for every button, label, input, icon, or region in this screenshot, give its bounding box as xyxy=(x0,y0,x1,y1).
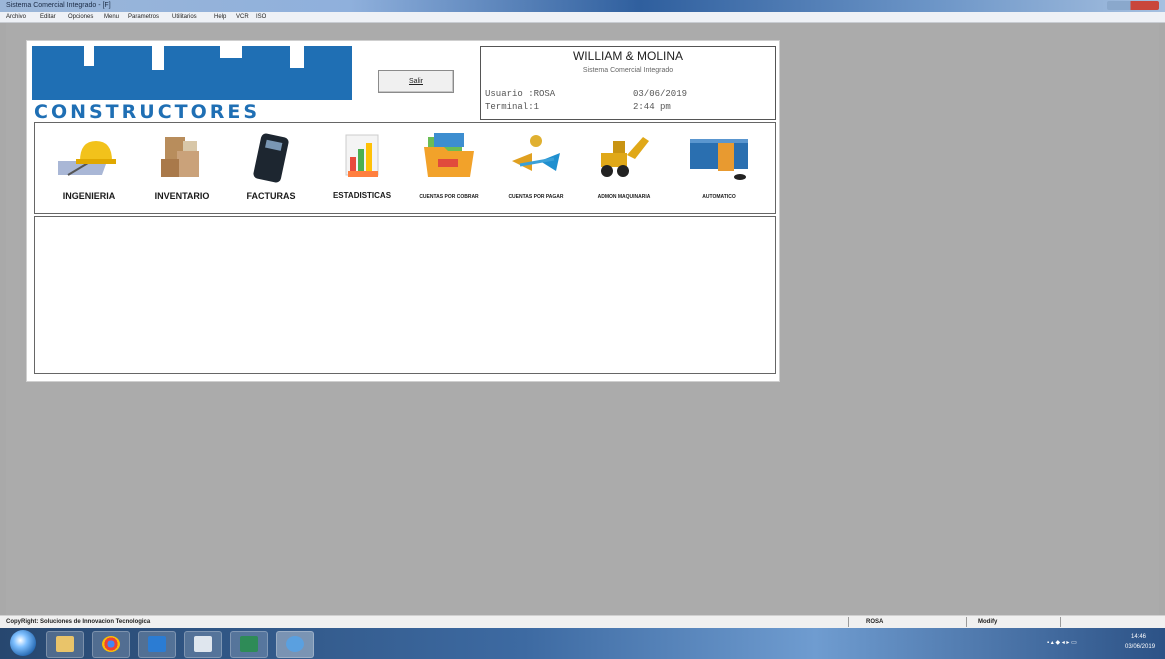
module-cuentas-pagar-button[interactable]: CUENTAS POR PAGAR xyxy=(493,123,579,211)
spreadsheet-icon xyxy=(240,636,258,652)
excavator-icon xyxy=(601,137,649,177)
module-cuentas-cobrar-button[interactable]: CUENTAS POR COBRAR xyxy=(407,123,491,211)
inventory-boxes-icon xyxy=(161,137,199,177)
window-controls[interactable] xyxy=(1107,1,1159,10)
user-label: Usuario :ROSA xyxy=(485,89,556,99)
session-time: 2:44 pm xyxy=(633,102,671,112)
status-copyright: CopyRight: Soluciones de Innovacion Tecn… xyxy=(6,619,151,625)
menu-item-help[interactable]: Help xyxy=(214,12,226,22)
browser-icon xyxy=(102,636,120,652)
taskbar-explorer-button[interactable] xyxy=(46,631,84,658)
mail-icon xyxy=(148,636,166,652)
menu-item-archivo[interactable]: Archivo xyxy=(6,12,26,22)
system-tray: ▪ ▴ ◆ ◂ ▸ ▭ 14:46 03/06/2019 xyxy=(1047,632,1157,654)
status-bar: CopyRight: Soluciones de Innovacion Tecn… xyxy=(0,615,1165,628)
module-label: ADMON MAQUINARIA xyxy=(597,194,651,200)
system-subtitle: Sistema Comercial Integrado xyxy=(582,67,674,74)
module-facturas-button[interactable]: FACTURAS xyxy=(229,123,313,211)
logo-graphic xyxy=(32,46,352,100)
tray-icons[interactable]: ▪ ▴ ◆ ◂ ▸ ▭ xyxy=(1047,639,1077,646)
module-toolbar: INGENIERIA INVENTARIO FACTURAS ESTADISTI… xyxy=(34,122,776,214)
menu-item-opciones[interactable]: Opciones xyxy=(68,12,93,22)
menu-item-parametros[interactable]: Parametros xyxy=(128,12,159,22)
module-ingenieria-button[interactable]: INGENIERIA xyxy=(43,123,135,211)
module-admon-maquinaria-button[interactable]: ADMON MAQUINARIA xyxy=(579,123,669,211)
session-info-box: WILLIAM & MOLINA Sistema Comercial Integ… xyxy=(480,46,776,120)
taskbar-calendar-button[interactable] xyxy=(184,631,222,658)
taskbar-excel-button[interactable] xyxy=(230,631,268,658)
taskbar-chrome-button[interactable] xyxy=(92,631,130,658)
money-transfer-icon xyxy=(512,135,560,171)
module-label: CUENTAS POR COBRAR xyxy=(419,194,479,200)
folder-icon xyxy=(56,636,74,652)
module-inventario-button[interactable]: INVENTARIO xyxy=(139,123,225,211)
taskbar-outlook-button[interactable] xyxy=(138,631,176,658)
calendar-icon xyxy=(194,636,212,652)
taskbar-app-button[interactable] xyxy=(276,631,314,658)
engineer-helmet-icon xyxy=(58,141,116,176)
clock-date: 03/06/2019 xyxy=(1125,644,1156,650)
module-label: CUENTAS POR PAGAR xyxy=(508,194,564,200)
company-name: WILLIAM & MOLINA xyxy=(572,49,684,63)
windows-taskbar: ▪ ▴ ◆ ◂ ▸ ▭ 14:46 03/06/2019 xyxy=(0,628,1165,659)
module-label: INVENTARIO xyxy=(154,191,210,201)
menu-item-menu[interactable]: Menu xyxy=(104,12,119,22)
terminal-label: Terminal:1 xyxy=(485,102,540,112)
status-mode: Modify xyxy=(978,619,998,625)
module-label: AUTOMATICO xyxy=(702,194,736,200)
content-panel xyxy=(34,216,776,374)
status-user: ROSA xyxy=(866,619,884,625)
app-icon xyxy=(286,636,304,652)
clock-time: 14:46 xyxy=(1131,634,1147,640)
container-icon xyxy=(690,139,748,180)
calculator-icon xyxy=(253,133,289,183)
salir-button[interactable]: Salir xyxy=(378,70,454,93)
logo-text: CONSTRUCTORES xyxy=(34,101,261,123)
module-automatico-button[interactable]: AUTOMATICO xyxy=(671,123,767,211)
module-label: INGENIERIA xyxy=(62,191,116,201)
menu-bar: Archivo Editar Opciones Menu Parametros … xyxy=(0,12,1165,23)
module-estadisticas-button[interactable]: ESTADISTICAS xyxy=(317,123,407,211)
menu-item-utilitarios[interactable]: Utilitarios xyxy=(172,12,197,22)
folder-money-icon xyxy=(424,133,474,177)
module-label: FACTURAS xyxy=(246,191,296,201)
company-logo: CONSTRUCTORES xyxy=(32,46,352,123)
menu-item-iso[interactable]: ISO xyxy=(256,12,266,22)
start-button[interactable] xyxy=(10,630,36,656)
menu-item-vcr[interactable]: VCR xyxy=(236,12,249,22)
module-label: ESTADISTICAS xyxy=(332,191,392,200)
statistics-chart-icon xyxy=(345,134,379,177)
menu-item-editar[interactable]: Editar xyxy=(40,12,56,22)
window-titlebar: Sistema Comercial Integrado - [F] xyxy=(0,0,1165,12)
session-date: 03/06/2019 xyxy=(633,89,688,99)
window-title: Sistema Comercial Integrado - [F] xyxy=(6,2,111,9)
